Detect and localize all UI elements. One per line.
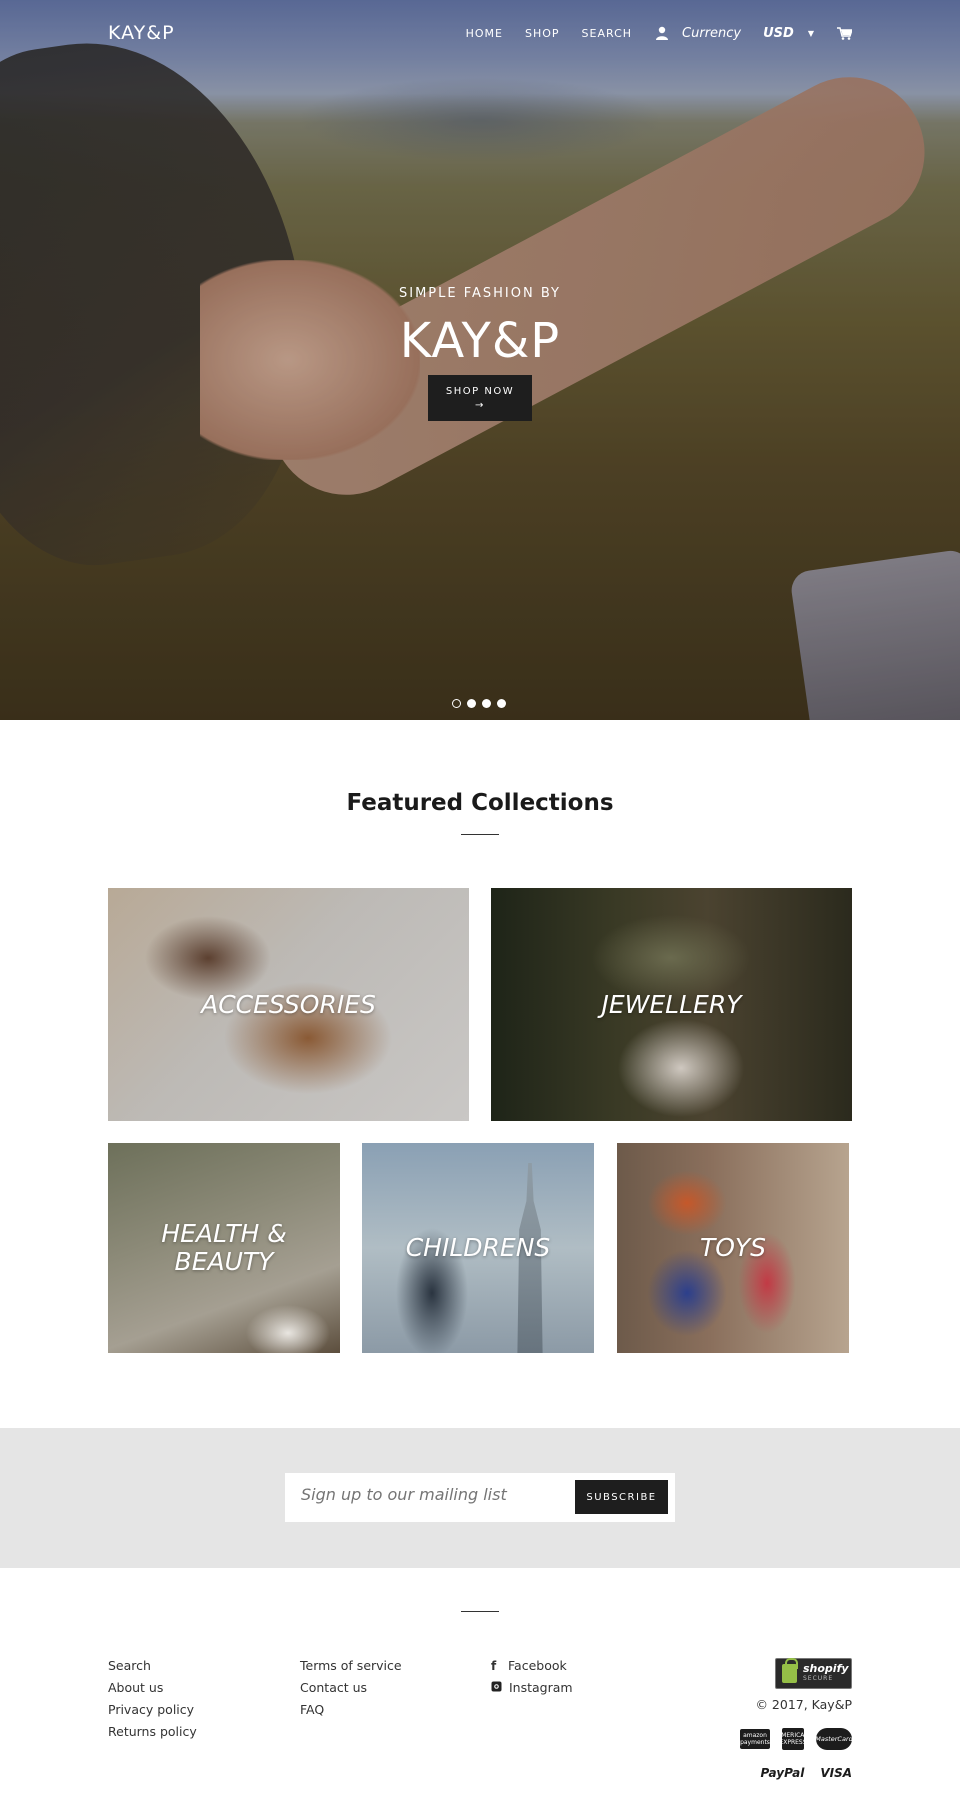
hero-slideshow: KAY&P HOME SHOP SEARCH Currency USD ▼ SI… (0, 0, 960, 720)
paypal-icon: PayPal (760, 1766, 805, 1780)
lock-icon (782, 1658, 798, 1683)
hero-subtitle: SIMPLE FASHION BY (398, 286, 561, 301)
featured-collections-title: Featured Collections (346, 790, 614, 816)
currency-label: Currency (682, 25, 742, 41)
shopify-badge-line1: shopify (803, 1661, 849, 1675)
newsletter-section: SUBSCRIBE (0, 1428, 960, 1568)
main-nav: HOME SHOP SEARCH Currency USD ▼ (466, 25, 852, 41)
footer-links-1: Search About us Privacy policy Returns p… (108, 1658, 197, 1740)
footer-links-2: Terms of service Contact us FAQ (300, 1658, 402, 1718)
newsletter-form: SUBSCRIBE (285, 1473, 675, 1522)
nav-shop[interactable]: SHOP (525, 27, 560, 40)
shopify-secure-badge[interactable]: shopify SECURE (775, 1658, 852, 1689)
currency-value: USD (763, 25, 794, 41)
site-logo[interactable]: KAY&P (108, 22, 175, 44)
slide-dots (452, 699, 506, 708)
divider (461, 1611, 499, 1612)
hero-title: KAY&P (399, 313, 561, 369)
arrow-right-icon: → (475, 400, 485, 411)
divider (461, 834, 499, 835)
currency-select[interactable]: USD ▼ (763, 26, 814, 41)
payment-icons: amazon payments AMERICAN EXPRESS MasterC… (740, 1728, 853, 1750)
nav-home[interactable]: HOME (466, 27, 503, 40)
collection-jewellery[interactable]: JEWELLERY (491, 888, 852, 1121)
collection-label: JEWELLERY (601, 989, 742, 1019)
collection-toys[interactable]: TOYS (617, 1143, 849, 1353)
amex-icon: AMERICAN EXPRESS (777, 1728, 809, 1750)
hero-caption: SIMPLE FASHION BY KAY&P SHOP NOW → (0, 286, 960, 421)
slide-dot-2[interactable] (467, 699, 476, 708)
slide-dot-4[interactable] (497, 699, 506, 708)
shop-now-label: SHOP NOW (445, 386, 515, 397)
mastercard-icon: MasterCard (815, 1728, 853, 1750)
social-instagram[interactable]: Instagram (491, 1680, 573, 1696)
footer-link-faq[interactable]: FAQ (300, 1702, 402, 1718)
collection-label: HEALTH & BEAUTY (161, 1219, 287, 1276)
slide-dot-3[interactable] (482, 699, 491, 708)
subscribe-button[interactable]: SUBSCRIBE (575, 1480, 668, 1514)
collection-label: CHILDRENS (405, 1233, 551, 1262)
collection-childrens[interactable]: CHILDRENS (362, 1143, 594, 1353)
shop-now-button[interactable]: SHOP NOW → (428, 375, 532, 421)
footer-link-terms[interactable]: Terms of service (300, 1658, 402, 1674)
footer-link-privacy[interactable]: Privacy policy (108, 1702, 197, 1718)
facebook-icon: f (491, 1659, 497, 1673)
collection-label: ACCESSORIES (201, 989, 376, 1019)
slide-dot-1[interactable] (452, 699, 461, 708)
copyright: © 2017, Kay&P (755, 1697, 852, 1712)
chevron-down-icon: ▼ (807, 28, 814, 38)
cart-icon[interactable] (836, 25, 852, 41)
social-facebook-label: Facebook (508, 1658, 567, 1673)
site-header: KAY&P HOME SHOP SEARCH Currency USD ▼ (108, 22, 852, 48)
collection-label: TOYS (699, 1233, 767, 1262)
shopify-badge-line2: SECURE (803, 1674, 834, 1682)
footer-link-search[interactable]: Search (108, 1658, 197, 1674)
instagram-icon (491, 1680, 502, 1696)
newsletter-email-input[interactable] (301, 1485, 551, 1504)
footer-link-about[interactable]: About us (108, 1680, 197, 1696)
account-icon[interactable] (654, 25, 670, 41)
social-facebook[interactable]: f Facebook (491, 1658, 573, 1674)
social-instagram-label: Instagram (509, 1680, 573, 1695)
amazon-payments-icon: amazon payments (740, 1729, 770, 1749)
visa-icon: VISA (820, 1766, 852, 1780)
collection-health-beauty[interactable]: HEALTH & BEAUTY (108, 1143, 340, 1353)
nav-search[interactable]: SEARCH (582, 27, 633, 40)
footer-link-returns[interactable]: Returns policy (108, 1724, 197, 1740)
footer-link-contact[interactable]: Contact us (300, 1680, 402, 1696)
collection-accessories[interactable]: ACCESSORIES (108, 888, 469, 1121)
footer-social: f Facebook Instagram (491, 1658, 573, 1696)
payment-icons: PayPal VISA (760, 1766, 852, 1780)
